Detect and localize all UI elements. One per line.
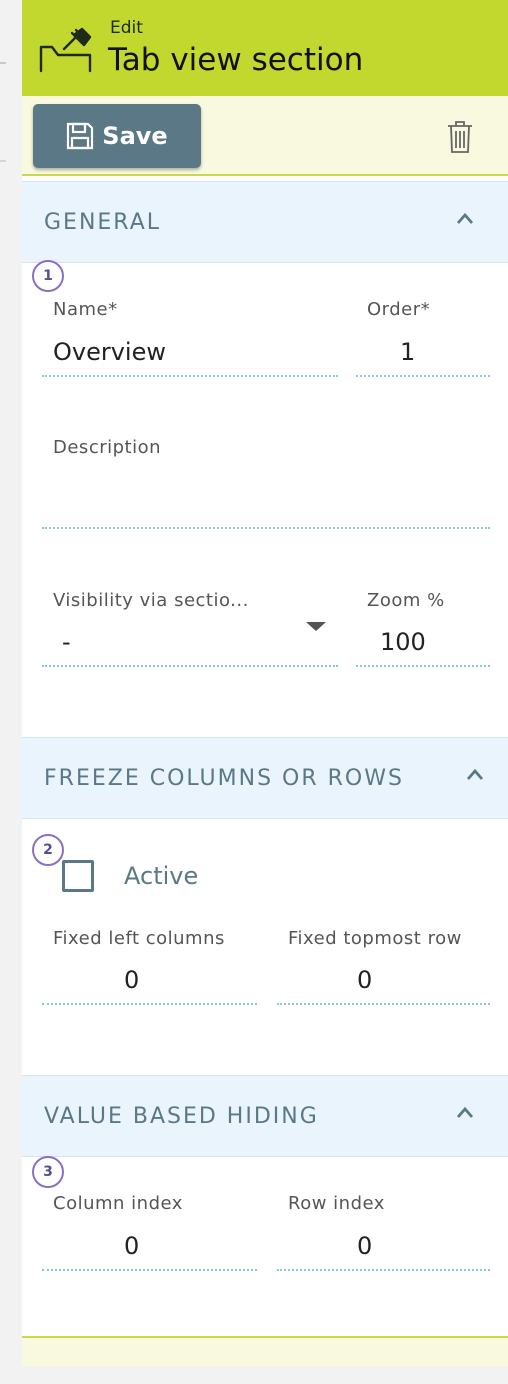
description-label: Description: [53, 437, 162, 458]
chevron-up-icon[interactable]: [456, 212, 474, 226]
chevron-up-icon[interactable]: [466, 768, 484, 782]
section-header-value-hiding[interactable]: VALUE BASED HIDING: [22, 1075, 508, 1157]
edit-panel: Edit Tab view section Save GENERAL 1 Nam…: [22, 0, 508, 1366]
footer-strip: [22, 1338, 508, 1366]
zoom-label: Zoom %: [367, 590, 445, 611]
section-header-freeze[interactable]: FREEZE COLUMNS OR ROWS: [22, 737, 508, 819]
step-badge: 3: [32, 1156, 64, 1188]
zoom-underline: [356, 665, 490, 667]
row-index-input[interactable]: 0: [357, 1232, 372, 1260]
section-header-general[interactable]: GENERAL: [22, 181, 508, 263]
page-title: Tab view section: [108, 42, 364, 78]
save-label: Save: [102, 122, 168, 150]
row-index-underline: [277, 1269, 490, 1271]
name-label: Name*: [53, 299, 118, 320]
name-underline: [42, 375, 338, 377]
active-checkbox[interactable]: [62, 860, 94, 892]
background-strip: [0, 0, 22, 1384]
step-badge: 2: [32, 834, 64, 866]
order-input[interactable]: 1: [400, 338, 415, 366]
fixed-top-underline: [277, 1003, 490, 1005]
dropdown-arrow-icon[interactable]: [306, 622, 326, 631]
toolbar: Save: [22, 96, 508, 176]
column-index-input[interactable]: 0: [124, 1232, 139, 1260]
zoom-input[interactable]: 100: [380, 628, 426, 656]
divider: [0, 160, 6, 162]
edit-label: Edit: [110, 18, 143, 38]
visibility-underline: [42, 665, 338, 667]
column-index-label: Column index: [53, 1193, 183, 1214]
visibility-select[interactable]: -: [62, 628, 71, 656]
edit-pin-icon: [39, 27, 92, 73]
section-title: GENERAL: [44, 210, 162, 235]
fixed-top-label-clip: Fixed topmost row: [288, 926, 490, 956]
fixed-left-columns-label: Fixed left columns: [53, 928, 225, 949]
save-button[interactable]: Save: [33, 104, 201, 168]
column-index-underline: [42, 1269, 257, 1271]
order-label: Order*: [367, 299, 431, 320]
step-badge: 1: [32, 260, 64, 292]
divider: [0, 62, 6, 64]
floppy-disk-icon: [67, 122, 94, 150]
fixed-left-columns-input[interactable]: 0: [124, 966, 139, 994]
active-label[interactable]: Active: [124, 862, 198, 890]
fixed-topmost-row-input[interactable]: 0: [357, 966, 372, 994]
section-title: FREEZE COLUMNS OR ROWS: [44, 766, 404, 791]
fixed-left-underline: [42, 1003, 257, 1005]
chevron-up-icon[interactable]: [456, 1106, 474, 1120]
visibility-label: Visibility via sectio...: [53, 590, 249, 611]
name-input[interactable]: Overview: [53, 338, 166, 366]
fixed-topmost-row-label: Fixed topmost row: [288, 928, 462, 949]
trash-icon[interactable]: [446, 120, 474, 154]
section-title: VALUE BASED HIDING: [44, 1104, 319, 1129]
row-index-label: Row index: [288, 1193, 385, 1214]
panel-header: Edit Tab view section: [22, 0, 508, 96]
order-underline: [356, 375, 490, 377]
description-underline: [42, 527, 490, 529]
